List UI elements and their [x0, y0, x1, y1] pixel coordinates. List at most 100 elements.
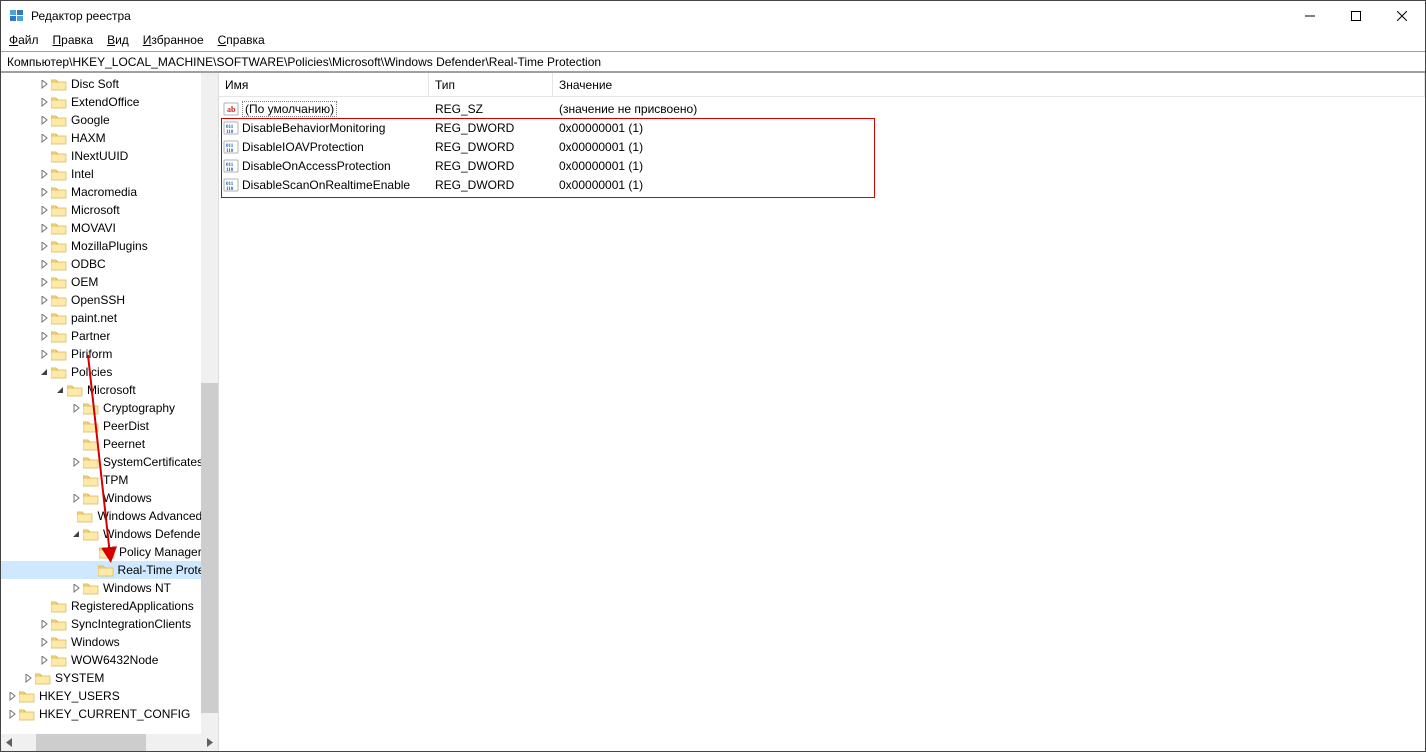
tree-item[interactable]: WOW6432Node [1, 651, 218, 669]
tree-item[interactable]: Windows [1, 633, 218, 651]
folder-icon [51, 114, 67, 127]
tree-item[interactable]: OEM [1, 273, 218, 291]
chevron-down-icon[interactable] [37, 365, 51, 379]
tree-item[interactable]: Piriform [1, 345, 218, 363]
chevron-right-icon[interactable] [37, 653, 51, 667]
chevron-right-icon[interactable] [69, 455, 83, 469]
chevron-right-icon[interactable] [37, 293, 51, 307]
chevron-right-icon[interactable] [37, 329, 51, 343]
tree-item[interactable]: Real-Time Protection [1, 561, 218, 579]
address-bar[interactable]: Компьютер\HKEY_LOCAL_MACHINE\SOFTWARE\Po… [1, 51, 1425, 73]
tree-item[interactable]: Windows NT [1, 579, 218, 597]
tree-item-label: Microsoft [87, 383, 136, 397]
chevron-right-icon[interactable] [5, 707, 19, 721]
tree-item[interactable]: Partner [1, 327, 218, 345]
menubar: Файл Правка Вид Избранное Справка [1, 31, 1425, 51]
chevron-right-icon[interactable] [37, 203, 51, 217]
column-header-name[interactable]: Имя [219, 73, 429, 97]
tree-item[interactable]: HKEY_USERS [1, 687, 218, 705]
tree-item-label: ODBC [71, 257, 106, 271]
chevron-right-icon[interactable] [37, 113, 51, 127]
chevron-right-icon[interactable] [37, 311, 51, 325]
chevron-right-icon[interactable] [37, 185, 51, 199]
menu-file[interactable]: Файл [9, 33, 39, 47]
menu-view[interactable]: Вид [107, 33, 129, 47]
tree-item[interactable]: Intel [1, 165, 218, 183]
tree-item[interactable]: HKEY_CURRENT_CONFIG [1, 705, 218, 723]
tree-item[interactable]: ExtendOffice [1, 93, 218, 111]
menu-edit[interactable]: Правка [53, 33, 94, 47]
tree-item[interactable]: paint.net [1, 309, 218, 327]
chevron-down-icon[interactable] [69, 527, 83, 541]
tree-item[interactable]: INextUUID [1, 147, 218, 165]
chevron-right-icon[interactable] [37, 131, 51, 145]
folder-icon [51, 312, 67, 325]
tree-item[interactable]: Google [1, 111, 218, 129]
tree-item-label: MozillaPlugins [71, 239, 148, 253]
chevron-right-icon[interactable] [69, 581, 83, 595]
tree-item[interactable]: Microsoft [1, 381, 218, 399]
column-header-type[interactable]: Тип [429, 73, 553, 97]
chevron-right-icon[interactable] [69, 491, 83, 505]
chevron-right-icon[interactable] [37, 275, 51, 289]
value-row[interactable]: 011 110 DisableOnAccessProtectionREG_DWO… [219, 156, 1425, 175]
chevron-right-icon[interactable] [37, 635, 51, 649]
tree-item[interactable]: Windows Advanced Threat Protection [1, 507, 218, 525]
tree-horizontal-scrollbar-thumb[interactable] [36, 734, 146, 751]
tree-item[interactable]: SYSTEM [1, 669, 218, 687]
value-row[interactable]: 011 110 DisableScanOnRealtimeEnableREG_D… [219, 175, 1425, 194]
tree-item[interactable]: Policy Manager [1, 543, 218, 561]
tree-item[interactable]: Microsoft [1, 201, 218, 219]
chevron-right-icon[interactable] [37, 77, 51, 91]
tree-view[interactable]: Disc Soft ExtendOffice Google HAXM INext… [1, 73, 218, 734]
values-list[interactable]: ab (По умолчанию)REG_SZ(значение не прис… [219, 97, 1425, 751]
chevron-right-icon[interactable] [5, 689, 19, 703]
tree-item[interactable]: SyncIntegrationClients [1, 615, 218, 633]
chevron-right-icon[interactable] [37, 221, 51, 235]
chevron-right-icon[interactable] [69, 401, 83, 415]
value-row[interactable]: 011 110 DisableIOAVProtectionREG_DWORD0x… [219, 137, 1425, 156]
tree-item[interactable]: HAXM [1, 129, 218, 147]
chevron-right-icon[interactable] [37, 167, 51, 181]
tree-item[interactable]: Windows Defender [1, 525, 218, 543]
tree-item[interactable]: TPM [1, 471, 218, 489]
chevron-right-icon[interactable] [37, 617, 51, 631]
binary-value-icon: 011 110 [223, 177, 239, 193]
tree-item[interactable]: ODBC [1, 255, 218, 273]
close-button[interactable] [1379, 1, 1425, 31]
menu-favorites[interactable]: Избранное [143, 33, 204, 47]
tree-vertical-scrollbar-thumb[interactable] [201, 383, 218, 713]
tree-item-label: INextUUID [71, 149, 128, 163]
chevron-right-icon[interactable] [37, 95, 51, 109]
tree-item[interactable]: Windows [1, 489, 218, 507]
tree-item[interactable]: MozillaPlugins [1, 237, 218, 255]
scroll-right-icon[interactable] [201, 734, 218, 751]
chevron-right-icon[interactable] [37, 347, 51, 361]
value-data-cell: 0x00000001 (1) [553, 121, 1425, 135]
tree-horizontal-scrollbar[interactable] [1, 734, 218, 751]
minimize-button[interactable] [1287, 1, 1333, 31]
menu-help[interactable]: Справка [218, 33, 265, 47]
maximize-button[interactable] [1333, 1, 1379, 31]
tree-item[interactable]: SystemCertificates [1, 453, 218, 471]
tree-item[interactable]: OpenSSH [1, 291, 218, 309]
tree-item[interactable]: Disc Soft [1, 75, 218, 93]
tree-vertical-scrollbar[interactable] [201, 73, 218, 734]
tree-item[interactable]: RegisteredApplications [1, 597, 218, 615]
tree-item[interactable]: MOVAVI [1, 219, 218, 237]
chevron-right-icon[interactable] [37, 239, 51, 253]
tree-item[interactable]: PeerDist [1, 417, 218, 435]
chevron-right-icon[interactable] [37, 257, 51, 271]
chevron-right-icon[interactable] [21, 671, 35, 685]
tree-item[interactable]: Policies [1, 363, 218, 381]
tree-item[interactable]: Peernet [1, 435, 218, 453]
tree-item[interactable]: Cryptography [1, 399, 218, 417]
tree-item[interactable]: Macromedia [1, 183, 218, 201]
tree-horizontal-scrollbar-track[interactable] [18, 734, 201, 751]
tree-item-label: SystemCertificates [103, 455, 203, 469]
chevron-down-icon[interactable] [53, 383, 67, 397]
value-row[interactable]: 011 110 DisableBehaviorMonitoringREG_DWO… [219, 118, 1425, 137]
value-row[interactable]: ab (По умолчанию)REG_SZ(значение не прис… [219, 99, 1425, 118]
scroll-left-icon[interactable] [1, 734, 18, 751]
column-header-data[interactable]: Значение [553, 73, 1425, 97]
